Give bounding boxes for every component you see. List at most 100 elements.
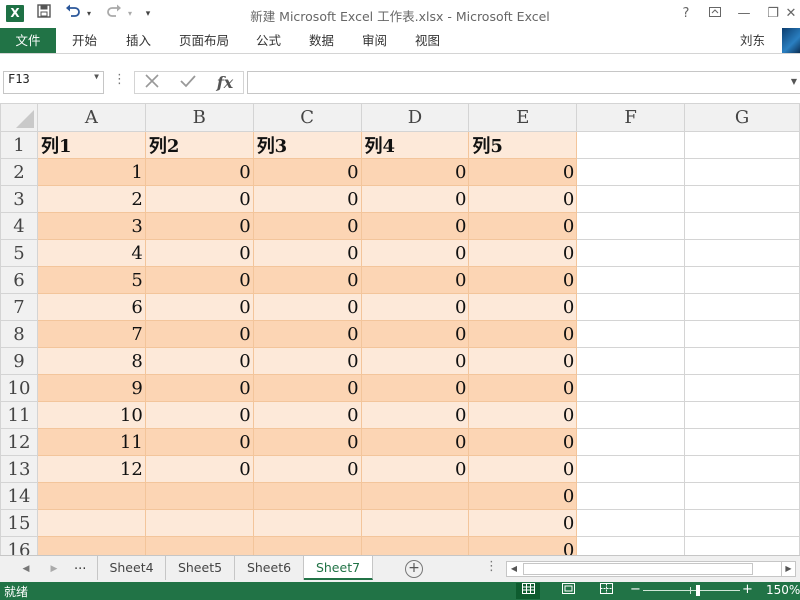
- table-cell[interactable]: 0: [252, 293, 362, 321]
- table-cell[interactable]: 0: [468, 401, 578, 429]
- table-cell[interactable]: 5: [36, 266, 146, 294]
- empty-cell[interactable]: [684, 509, 800, 537]
- table-cell[interactable]: 0: [144, 212, 254, 240]
- table-cell[interactable]: [36, 536, 146, 555]
- cancel-icon[interactable]: [140, 73, 164, 93]
- table-cell[interactable]: 0: [144, 455, 254, 483]
- table-cell[interactable]: 0: [468, 212, 578, 240]
- empty-cell[interactable]: [684, 131, 800, 159]
- empty-cell[interactable]: [576, 185, 686, 213]
- minimize-icon[interactable]: —: [734, 5, 754, 23]
- table-cell[interactable]: 0: [144, 428, 254, 456]
- table-cell[interactable]: 0: [252, 212, 362, 240]
- table-cell[interactable]: 0: [144, 185, 254, 213]
- row-header[interactable]: 9: [0, 347, 38, 375]
- table-cell[interactable]: 0: [360, 158, 470, 186]
- empty-cell[interactable]: [576, 212, 686, 240]
- table-cell[interactable]: 12: [36, 455, 146, 483]
- empty-cell[interactable]: [684, 401, 800, 429]
- table-cell[interactable]: 0: [468, 374, 578, 402]
- table-header-cell[interactable]: 列2: [144, 131, 254, 159]
- tab-splitter-icon[interactable]: ⋮: [485, 559, 498, 574]
- table-cell[interactable]: 0: [360, 212, 470, 240]
- table-cell[interactable]: [252, 536, 362, 555]
- table-cell[interactable]: 0: [252, 428, 362, 456]
- tab-insert[interactable]: 插入: [126, 28, 151, 53]
- table-cell[interactable]: 0: [144, 320, 254, 348]
- row-header[interactable]: 4: [0, 212, 38, 240]
- empty-cell[interactable]: [684, 239, 800, 267]
- empty-cell[interactable]: [576, 347, 686, 375]
- table-cell[interactable]: [144, 482, 254, 510]
- table-cell[interactable]: 0: [468, 266, 578, 294]
- table-cell[interactable]: 0: [360, 293, 470, 321]
- table-cell[interactable]: [252, 509, 362, 537]
- scrollbar-thumb[interactable]: [523, 563, 753, 575]
- tab-sheet4[interactable]: Sheet4: [97, 556, 166, 580]
- empty-cell[interactable]: [684, 482, 800, 510]
- table-cell[interactable]: 0: [144, 158, 254, 186]
- enter-check-icon[interactable]: [176, 73, 200, 93]
- avatar[interactable]: [782, 28, 800, 53]
- empty-cell[interactable]: [576, 536, 686, 555]
- table-cell[interactable]: [144, 536, 254, 555]
- table-cell[interactable]: 11: [36, 428, 146, 456]
- horizontal-scrollbar[interactable]: ◀ ▶: [506, 561, 796, 577]
- cell-table[interactable]: ABCDEFG 1 列1 列2 列3 列4 列5 2 1 0 0 0 0 3 2 0 0 0 0 4 3 0 0 0 0 5 4 0…: [0, 103, 800, 555]
- zoom-level[interactable]: 150%: [766, 583, 800, 597]
- table-cell[interactable]: 0: [144, 293, 254, 321]
- more-options-icon[interactable]: ⋮: [113, 72, 126, 87]
- table-cell[interactable]: 0: [252, 239, 362, 267]
- column-header-e[interactable]: E: [468, 103, 578, 132]
- scroll-tabs-left-icon[interactable]: ◀: [19, 560, 33, 578]
- empty-cell[interactable]: [684, 185, 800, 213]
- row-header[interactable]: 7: [0, 293, 38, 321]
- empty-cell[interactable]: [684, 455, 800, 483]
- empty-cell[interactable]: [576, 293, 686, 321]
- table-cell[interactable]: 0: [252, 158, 362, 186]
- select-all-button[interactable]: [0, 103, 38, 132]
- table-cell[interactable]: 0: [468, 293, 578, 321]
- zoom-out-button[interactable]: −: [630, 582, 641, 597]
- table-cell[interactable]: 0: [360, 185, 470, 213]
- chevron-down-icon[interactable]: ▼: [94, 72, 99, 81]
- table-header-cell[interactable]: 列4: [360, 131, 470, 159]
- table-cell[interactable]: 0: [144, 401, 254, 429]
- row-header[interactable]: 6: [0, 266, 38, 294]
- empty-cell[interactable]: [684, 293, 800, 321]
- row-header[interactable]: 13: [0, 455, 38, 483]
- empty-cell[interactable]: [684, 347, 800, 375]
- table-cell[interactable]: 0: [360, 374, 470, 402]
- scroll-right-icon[interactable]: ▶: [781, 562, 795, 576]
- close-icon[interactable]: ✕: [784, 5, 798, 23]
- empty-cell[interactable]: [684, 212, 800, 240]
- table-cell[interactable]: 0: [360, 347, 470, 375]
- scroll-left-icon[interactable]: ◀: [507, 562, 521, 576]
- table-cell[interactable]: 1: [36, 158, 146, 186]
- table-cell[interactable]: [252, 482, 362, 510]
- empty-cell[interactable]: [576, 239, 686, 267]
- page-break-view-icon[interactable]: [594, 583, 618, 599]
- table-cell[interactable]: 4: [36, 239, 146, 267]
- table-cell[interactable]: 0: [468, 185, 578, 213]
- table-cell[interactable]: [360, 536, 470, 555]
- zoom-slider-thumb[interactable]: [696, 585, 700, 596]
- empty-cell[interactable]: [576, 509, 686, 537]
- table-cell[interactable]: 0: [252, 401, 362, 429]
- zoom-slider[interactable]: [643, 590, 740, 591]
- empty-cell[interactable]: [576, 131, 686, 159]
- row-header[interactable]: 2: [0, 158, 38, 186]
- table-cell[interactable]: 0: [468, 239, 578, 267]
- table-cell[interactable]: 0: [468, 347, 578, 375]
- table-cell[interactable]: [144, 509, 254, 537]
- empty-cell[interactable]: [684, 536, 800, 555]
- table-cell[interactable]: 0: [252, 320, 362, 348]
- tab-sheet6[interactable]: Sheet6: [235, 556, 304, 580]
- column-header-f[interactable]: F: [576, 103, 686, 132]
- empty-cell[interactable]: [576, 374, 686, 402]
- column-header-c[interactable]: C: [252, 103, 362, 132]
- table-cell[interactable]: [360, 482, 470, 510]
- column-header-a[interactable]: A: [36, 103, 146, 132]
- empty-cell[interactable]: [684, 266, 800, 294]
- table-cell[interactable]: 0: [468, 428, 578, 456]
